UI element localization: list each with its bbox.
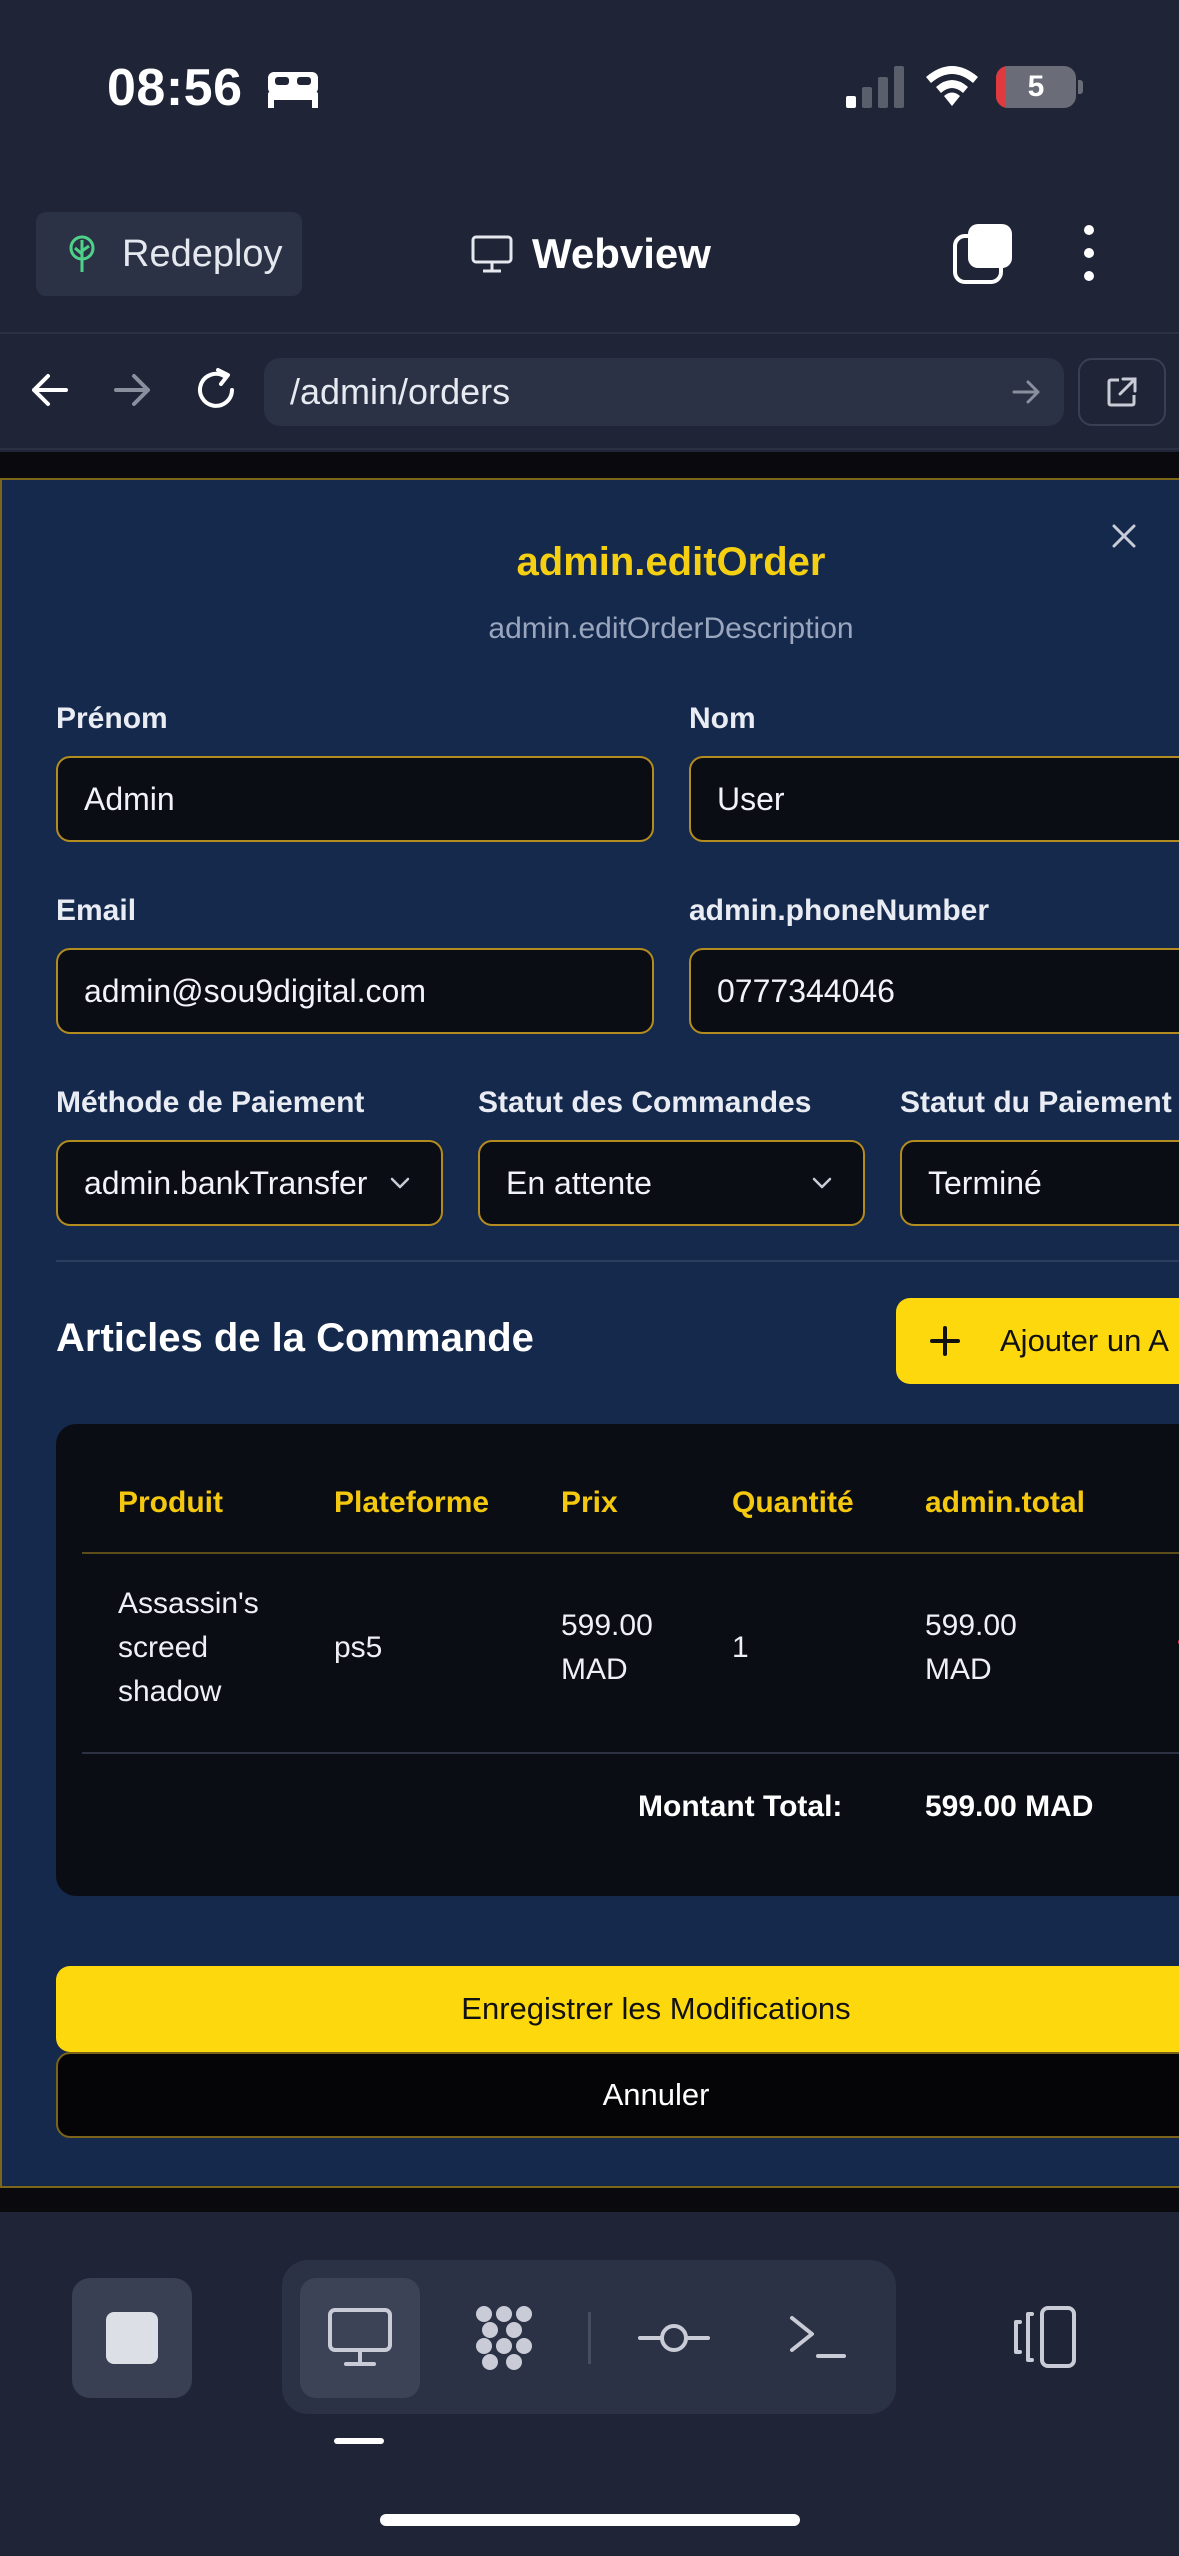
payment-status-select[interactable]: Terminé	[900, 1140, 1179, 1226]
col-header-price: Prix	[561, 1486, 618, 1519]
redeploy-button[interactable]: Redeploy	[36, 212, 302, 296]
email-label: Email	[56, 894, 137, 927]
stop-button[interactable]	[72, 2278, 192, 2398]
cell-price: 599.00 MAD	[561, 1609, 653, 1686]
cell-platform: ps5	[334, 1631, 383, 1664]
stop-icon	[106, 2312, 158, 2364]
order-status-select[interactable]: En attente	[478, 1140, 865, 1226]
switcher-separator	[588, 2312, 591, 2364]
header-divider	[82, 1552, 1179, 1554]
forward-arrow-icon[interactable]	[104, 362, 160, 418]
battery-icon: 5	[996, 66, 1083, 108]
panel-toggle-icon[interactable]	[1008, 2300, 1084, 2376]
items-section-title: Articles de la Commande	[56, 1316, 534, 1360]
tabs-icon[interactable]	[952, 222, 1014, 284]
add-item-label: Ajouter un A	[1000, 1323, 1169, 1358]
url-field[interactable]: /admin/orders	[264, 358, 1064, 426]
total-amount-value: 599.00 MAD	[925, 1790, 1094, 1823]
active-tab-indicator	[334, 2438, 384, 2444]
col-header-platform: Plateforme	[334, 1486, 490, 1519]
open-external-button[interactable]	[1078, 358, 1166, 426]
cluster-icon[interactable]	[466, 2300, 542, 2376]
status-time: 08:56	[107, 59, 243, 117]
home-indicator[interactable]	[380, 2514, 800, 2526]
phone-field[interactable]: 0777344046	[689, 948, 1179, 1034]
payment-method-select[interactable]: admin.bankTransfer	[56, 1140, 443, 1226]
tree-icon	[69, 235, 95, 272]
chevron-down-icon	[812, 1177, 832, 1189]
webview-content: admin.editOrder admin.editOrderDescripti…	[0, 452, 1179, 2212]
modal-description: admin.editOrderDescription	[488, 612, 854, 645]
payment-method-value: admin.bankTransfer	[84, 1164, 368, 1201]
webview-monitor-icon[interactable]	[322, 2300, 398, 2376]
first-name-field[interactable]: Admin	[56, 756, 654, 842]
plus-icon	[930, 1326, 960, 1356]
signal-icon	[846, 66, 904, 108]
cancel-button[interactable]: Annuler	[56, 2052, 1179, 2138]
first-name-label: Prénom	[56, 702, 168, 735]
commit-icon[interactable]	[636, 2300, 712, 2376]
section-divider	[56, 1260, 1179, 1262]
col-header-quantity: Quantité	[732, 1486, 854, 1519]
add-item-button[interactable]: Ajouter un A	[896, 1298, 1179, 1384]
save-changes-button[interactable]: Enregistrer les Modifications	[56, 1966, 1179, 2052]
col-header-product: Produit	[118, 1486, 223, 1519]
total-amount-label: Montant Total:	[638, 1790, 843, 1823]
last-name-field[interactable]: User	[689, 756, 1179, 842]
go-arrow-icon[interactable]	[1010, 376, 1042, 408]
bed-icon	[268, 72, 318, 108]
order-status-value: En attente	[506, 1164, 652, 1201]
payment-method-label: Méthode de Paiement	[56, 1086, 365, 1119]
last-name-label: Nom	[689, 702, 756, 735]
webview-title: Webview	[470, 226, 711, 282]
back-arrow-icon[interactable]	[22, 362, 78, 418]
phone-label: admin.phoneNumber	[689, 894, 990, 927]
chevron-down-icon	[390, 1177, 410, 1189]
cell-product: Assassin's screed shadow	[118, 1587, 259, 1708]
edit-order-modal: admin.editOrder admin.editOrderDescripti…	[0, 478, 1179, 2188]
webview-title-label: Webview	[532, 230, 711, 277]
wifi-icon	[926, 66, 978, 106]
cell-total: 599.00 MAD	[925, 1609, 1017, 1686]
battery-level: 5	[1027, 70, 1045, 103]
modal-title: admin.editOrder	[516, 540, 826, 584]
email-field[interactable]: admin@sou9digital.com	[56, 948, 654, 1034]
row-divider	[82, 1752, 1179, 1754]
reload-icon[interactable]	[188, 362, 244, 418]
order-status-label: Statut des Commandes	[478, 1086, 812, 1119]
payment-status-value: Terminé	[928, 1164, 1042, 1201]
payment-status-label: Statut du Paiement	[900, 1086, 1172, 1119]
external-link-icon	[1107, 377, 1137, 407]
col-header-total: admin.total	[925, 1486, 1086, 1519]
more-options-icon[interactable]	[1074, 222, 1104, 284]
order-items-table: Produit Plateforme Prix Quantité admin.t…	[56, 1424, 1179, 1896]
url-text: /admin/orders	[290, 371, 511, 412]
trash-icon[interactable]	[1170, 1632, 1179, 1672]
redeploy-label: Redeploy	[122, 232, 283, 275]
monitor-icon	[471, 235, 513, 273]
cell-quantity: 1	[732, 1631, 749, 1664]
terminal-icon[interactable]	[780, 2300, 856, 2376]
